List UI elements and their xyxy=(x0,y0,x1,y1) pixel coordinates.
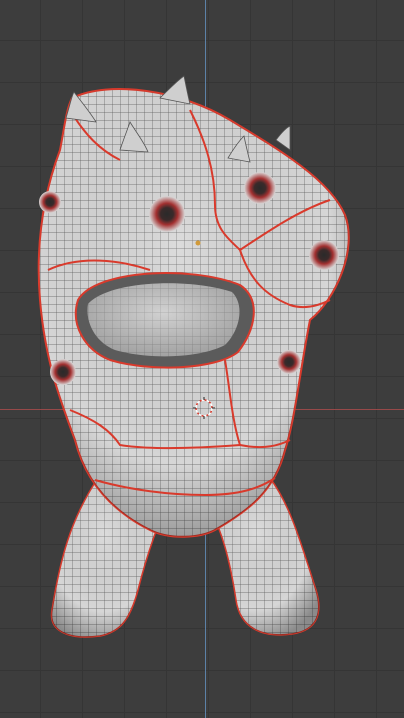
3d-cursor-icon[interactable] xyxy=(193,397,215,419)
3d-viewport[interactable] xyxy=(0,0,404,718)
creature-mouth xyxy=(74,272,255,369)
creature-mesh-object[interactable] xyxy=(0,0,404,718)
